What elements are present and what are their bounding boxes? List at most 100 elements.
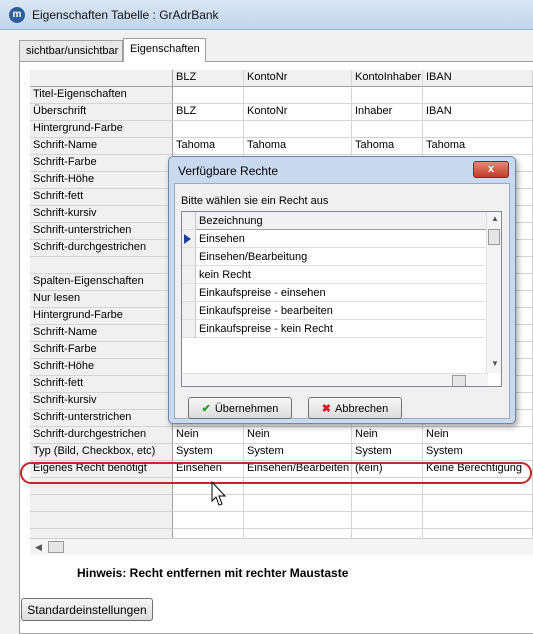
row-label: Schrift-Höhe <box>30 172 173 189</box>
list-item-label[interactable]: kein Recht <box>196 266 488 284</box>
scroll-thumb[interactable] <box>488 229 500 245</box>
cancel-button-label: Abbrechen <box>335 403 389 415</box>
list-item-label[interactable]: Einkaufspreise - kein Recht <box>196 320 488 338</box>
close-icon[interactable]: x <box>473 161 509 178</box>
cancel-button[interactable]: ✖ Abbrechen <box>308 397 402 419</box>
table-cell[interactable] <box>352 529 423 538</box>
table-cell[interactable] <box>173 121 244 138</box>
scroll-down-icon[interactable]: ▼ <box>491 359 499 368</box>
table-cell[interactable]: IBAN <box>423 104 533 121</box>
table-cell[interactable]: Tahoma <box>244 138 352 155</box>
row-selector[interactable] <box>182 284 196 302</box>
standard-settings-button[interactable]: Standardeinstellungen <box>21 598 153 621</box>
table-cell[interactable]: System <box>423 444 533 461</box>
grid-horizontal-scrollbar[interactable]: ◀ <box>30 538 533 555</box>
row-label <box>30 512 173 529</box>
table-cell[interactable]: System <box>244 444 352 461</box>
row-label: Überschrift <box>30 104 173 121</box>
table-cell[interactable] <box>244 87 352 104</box>
table-cell[interactable]: BLZ <box>173 104 244 121</box>
table-cell[interactable]: Tahoma <box>423 138 533 155</box>
table-cell[interactable] <box>352 512 423 529</box>
row-selector[interactable] <box>182 248 196 266</box>
table-cell[interactable]: Tahoma <box>173 138 244 155</box>
table-row: Überschrift BLZ KontoNr Inhaber IBAN <box>30 104 533 121</box>
table-cell[interactable]: System <box>173 444 244 461</box>
table-cell[interactable] <box>423 121 533 138</box>
table-cell[interactable] <box>423 495 533 512</box>
row-label: Schrift-Höhe <box>30 359 173 376</box>
rights-list[interactable]: Bezeichnung Einsehen Einsehen/Bearbeitung… <box>181 211 502 387</box>
grid-header-cell[interactable]: KontoNr <box>244 70 352 87</box>
tab-sichtbar[interactable]: sichtbar/unsichtbar <box>19 40 123 61</box>
scroll-up-icon[interactable]: ▲ <box>491 214 499 223</box>
list-item[interactable]: Einkaufspreise - bearbeiten <box>182 302 488 320</box>
dialog-prompt: Bitte wählen sie ein Recht aus <box>181 195 329 207</box>
table-cell[interactable]: Nein <box>352 427 423 444</box>
table-cell[interactable]: System <box>352 444 423 461</box>
row-label: Schrift-Farbe <box>30 155 173 172</box>
title-bar[interactable]: m Eigenschaften Tabelle : GrAdrBank <box>0 0 533 30</box>
grid-header-cell[interactable]: KontoInhaber <box>352 70 423 87</box>
table-cell[interactable]: Nein <box>423 427 533 444</box>
table-cell[interactable]: KontoNr <box>244 104 352 121</box>
list-item[interactable]: Einsehen <box>182 230 488 248</box>
grid-header-cell[interactable]: IBAN <box>423 70 533 87</box>
grid-header-cell[interactable]: BLZ <box>173 70 244 87</box>
scroll-thumb[interactable] <box>48 541 64 553</box>
table-row: Typ (Bild, Checkbox, etc) System System Sys… <box>30 444 533 461</box>
table-cell[interactable] <box>244 495 352 512</box>
list-item-label[interactable]: Einkaufspreise - bearbeiten <box>196 302 488 320</box>
ok-button[interactable]: ✔ Übernehmen <box>188 397 292 419</box>
row-selector[interactable] <box>182 266 196 284</box>
row-selector[interactable] <box>182 320 196 338</box>
hint-text: Hinweis: Recht entfernen mit rechter Mau… <box>77 566 349 580</box>
list-item-label[interactable]: Einkaufspreise - einsehen <box>196 284 488 302</box>
row-label: Hintergrund-Farbe <box>30 308 173 325</box>
list-item[interactable]: Einkaufspreise - einsehen <box>182 284 488 302</box>
list-item[interactable]: Einsehen/Bearbeitung <box>182 248 488 266</box>
list-item[interactable]: Einkaufspreise - kein Recht <box>182 320 488 338</box>
scroll-thumb[interactable] <box>452 375 466 386</box>
table-cell[interactable]: Tahoma <box>352 138 423 155</box>
list-header-label[interactable]: Bezeichnung <box>196 212 488 230</box>
dialog-title: Verfügbare Rechte <box>178 164 279 178</box>
table-cell[interactable] <box>244 529 352 538</box>
list-header-selector <box>182 212 196 230</box>
list-item-label[interactable]: Einsehen <box>196 230 488 248</box>
list-item-label[interactable]: Einsehen/Bearbeitung <box>196 248 488 266</box>
scroll-left-icon[interactable]: ◀ <box>35 542 42 553</box>
table-cell[interactable] <box>173 529 244 538</box>
ok-button-label: Übernehmen <box>214 403 279 415</box>
list-vertical-scrollbar[interactable]: ▲ ▼ <box>486 212 501 373</box>
row-selector[interactable] <box>182 230 196 248</box>
current-row-icon <box>184 234 191 244</box>
row-label: Schrift-Name <box>30 138 173 155</box>
list-horizontal-scrollbar[interactable] <box>182 373 488 386</box>
table-row: Schrift-Name Tahoma Tahoma Tahoma Tahoma <box>30 138 533 155</box>
row-label: Titel-Eigenschaften <box>30 87 173 104</box>
row-label: Typ (Bild, Checkbox, etc) <box>30 444 173 461</box>
table-cell[interactable] <box>173 87 244 104</box>
list-item[interactable]: kein Recht <box>182 266 488 284</box>
table-cell[interactable] <box>352 87 423 104</box>
table-cell[interactable] <box>244 121 352 138</box>
table-cell[interactable] <box>352 495 423 512</box>
table-cell[interactable] <box>423 529 533 538</box>
table-cell[interactable]: Inhaber <box>352 104 423 121</box>
tab-eigenschaften[interactable]: Eigenschaften <box>123 38 206 62</box>
highlight-ellipse <box>20 462 532 484</box>
table-cell[interactable] <box>244 512 352 529</box>
row-label: Schrift-fett <box>30 376 173 393</box>
table-cell[interactable] <box>173 495 244 512</box>
x-icon: ✖ <box>321 403 331 415</box>
table-cell[interactable] <box>423 87 533 104</box>
row-selector[interactable] <box>182 302 196 320</box>
row-label: Nur lesen <box>30 291 173 308</box>
table-cell[interactable]: Nein <box>173 427 244 444</box>
table-cell[interactable] <box>352 121 423 138</box>
table-cell[interactable] <box>423 512 533 529</box>
row-label <box>30 495 173 512</box>
table-cell[interactable]: Nein <box>244 427 352 444</box>
table-cell[interactable] <box>173 512 244 529</box>
